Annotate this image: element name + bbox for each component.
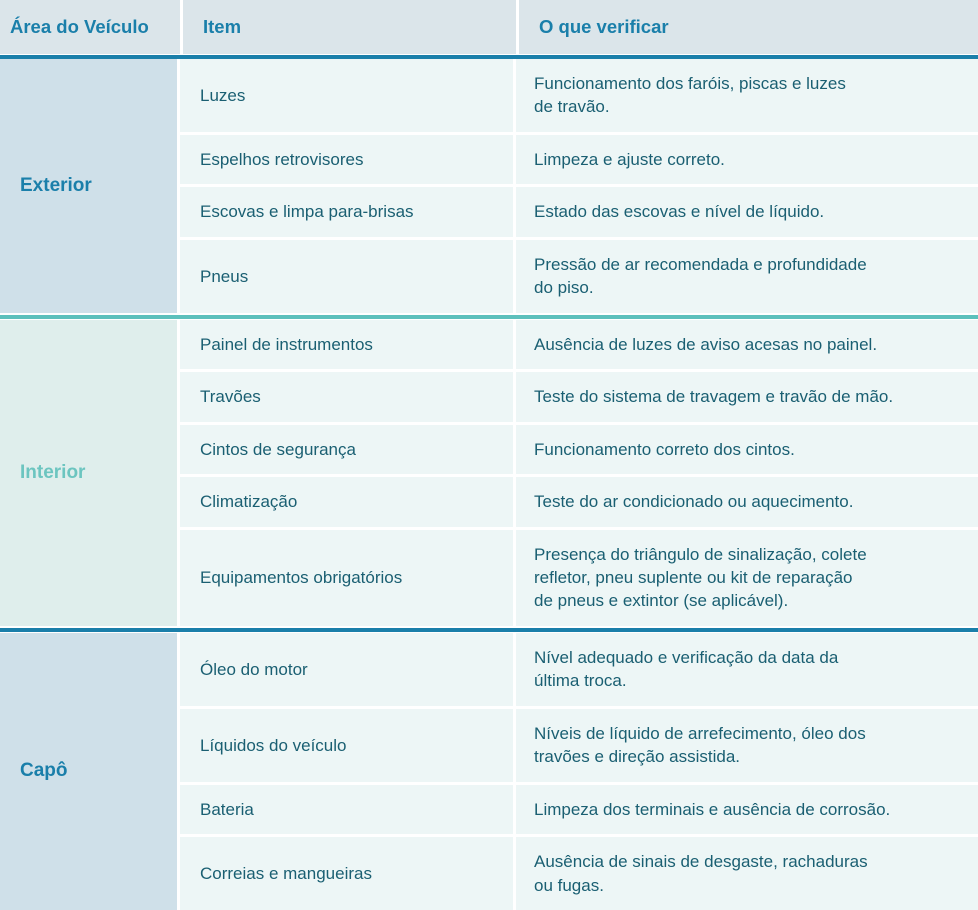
check-cell: Teste do sistema de travagem e travão de…: [516, 372, 978, 425]
item-cell: Correias e mangueiras: [180, 837, 516, 910]
item-cell: Bateria: [180, 784, 516, 838]
check-cell: Nível adequado e verificação da data da ú…: [516, 632, 978, 709]
check-cell: Limpeza dos terminais e ausência de corr…: [516, 784, 978, 838]
check-line: Estado das escovas e nível de líquido.: [534, 202, 825, 222]
column-header-check: O que verificar: [516, 0, 978, 54]
check-line: Pressão de ar recomendada e profundidade: [534, 254, 867, 274]
column-header-item: Item: [180, 0, 516, 54]
check-cell: Ausência de luzes de aviso acesas no pai…: [516, 319, 978, 373]
table-row: Exterior Luzes Funcionamento dos faróis, p…: [0, 59, 978, 313]
area-cell-exterior: Exterior: [0, 59, 180, 313]
section-divider-cell: [0, 312, 978, 320]
check-cell: Pressão de ar recomendada e profundidade…: [516, 239, 978, 313]
item-cell: Equipamentos obrigatórios: [180, 529, 516, 626]
check-line: Limpeza e ajuste correto.: [534, 149, 725, 169]
table-row: Interior Painel de instrumentos Ausência d…: [0, 319, 978, 626]
column-header-area: Área do Veículo: [0, 0, 180, 54]
section-divider: [0, 312, 978, 320]
item-cell: Espelhos retrovisores: [180, 134, 516, 188]
item-cell: Líquidos do veículo: [180, 708, 516, 785]
check-cell: Estado das escovas e nível de líquido.: [516, 187, 978, 240]
vehicle-checklist-table: Área do Veículo Item O que verificar Ext…: [0, 0, 978, 910]
section-divider-line: [0, 315, 978, 320]
item-cell: Climatização: [180, 477, 516, 530]
check-line: Limpeza dos terminais e ausência de corr…: [534, 799, 891, 819]
section-divider: [0, 625, 978, 633]
section-divider-cell: [0, 625, 978, 633]
check-cell: Teste do ar condicionado ou aquecimento.: [516, 477, 978, 530]
check-cell: Níveis de líquido de arrefecimento, óleo…: [516, 708, 978, 785]
check-line: ou fugas.: [534, 875, 604, 895]
area-cell-capo: Capô: [0, 632, 180, 910]
item-cell: Óleo do motor: [180, 632, 516, 709]
area-cell-interior: Interior: [0, 319, 180, 626]
item-cell: Pneus: [180, 239, 516, 313]
check-line: Nível adequado e verificação da data da: [534, 647, 839, 667]
check-line: de pneus e extintor (se aplicável).: [534, 591, 789, 611]
check-line: última troca.: [534, 671, 627, 691]
check-line: refletor, pneu suplente ou kit de repara…: [534, 567, 853, 587]
check-cell: Presença do triângulo de sinalização, co…: [516, 529, 978, 626]
item-cell: Travões: [180, 372, 516, 425]
check-line: Ausência de sinais de desgaste, rachadur…: [534, 852, 868, 872]
check-line: Teste do sistema de travagem e travão de…: [534, 387, 894, 407]
table-body: Exterior Luzes Funcionamento dos faróis, p…: [0, 59, 978, 910]
check-line: do piso.: [534, 278, 594, 298]
check-line: Funcionamento correto dos cintos.: [534, 439, 795, 459]
check-cell: Funcionamento correto dos cintos.: [516, 424, 978, 478]
check-cell: Ausência de sinais de desgaste, rachadur…: [516, 837, 978, 910]
check-line: Presença do triângulo de sinalização, co…: [534, 544, 867, 564]
item-cell: Cintos de segurança: [180, 424, 516, 478]
check-cell: Funcionamento dos faróis, piscas e luzes…: [516, 59, 978, 135]
check-line: Ausência de luzes de aviso acesas no pai…: [534, 334, 878, 354]
item-cell: Painel de instrumentos: [180, 319, 516, 373]
check-line: travões e direção assistida.: [534, 747, 740, 767]
check-line: Teste do ar condicionado ou aquecimento.: [534, 492, 854, 512]
check-line: Funcionamento dos faróis, piscas e luzes: [534, 74, 846, 93]
check-cell: Limpeza e ajuste correto.: [516, 134, 978, 188]
header-row: Área do Veículo Item O que verificar: [0, 0, 978, 54]
check-line: de travão.: [534, 97, 610, 117]
section-divider-line: [0, 628, 978, 633]
item-cell: Escovas e limpa para-brisas: [180, 187, 516, 240]
item-cell: Luzes: [180, 59, 516, 135]
table-row: Capô Óleo do motor Nível adequado e verifi…: [0, 632, 978, 910]
header-rule-line: [0, 54, 978, 59]
check-line: Níveis de líquido de arrefecimento, óleo…: [534, 723, 866, 743]
table-header: Área do Veículo Item O que verificar: [0, 0, 978, 59]
